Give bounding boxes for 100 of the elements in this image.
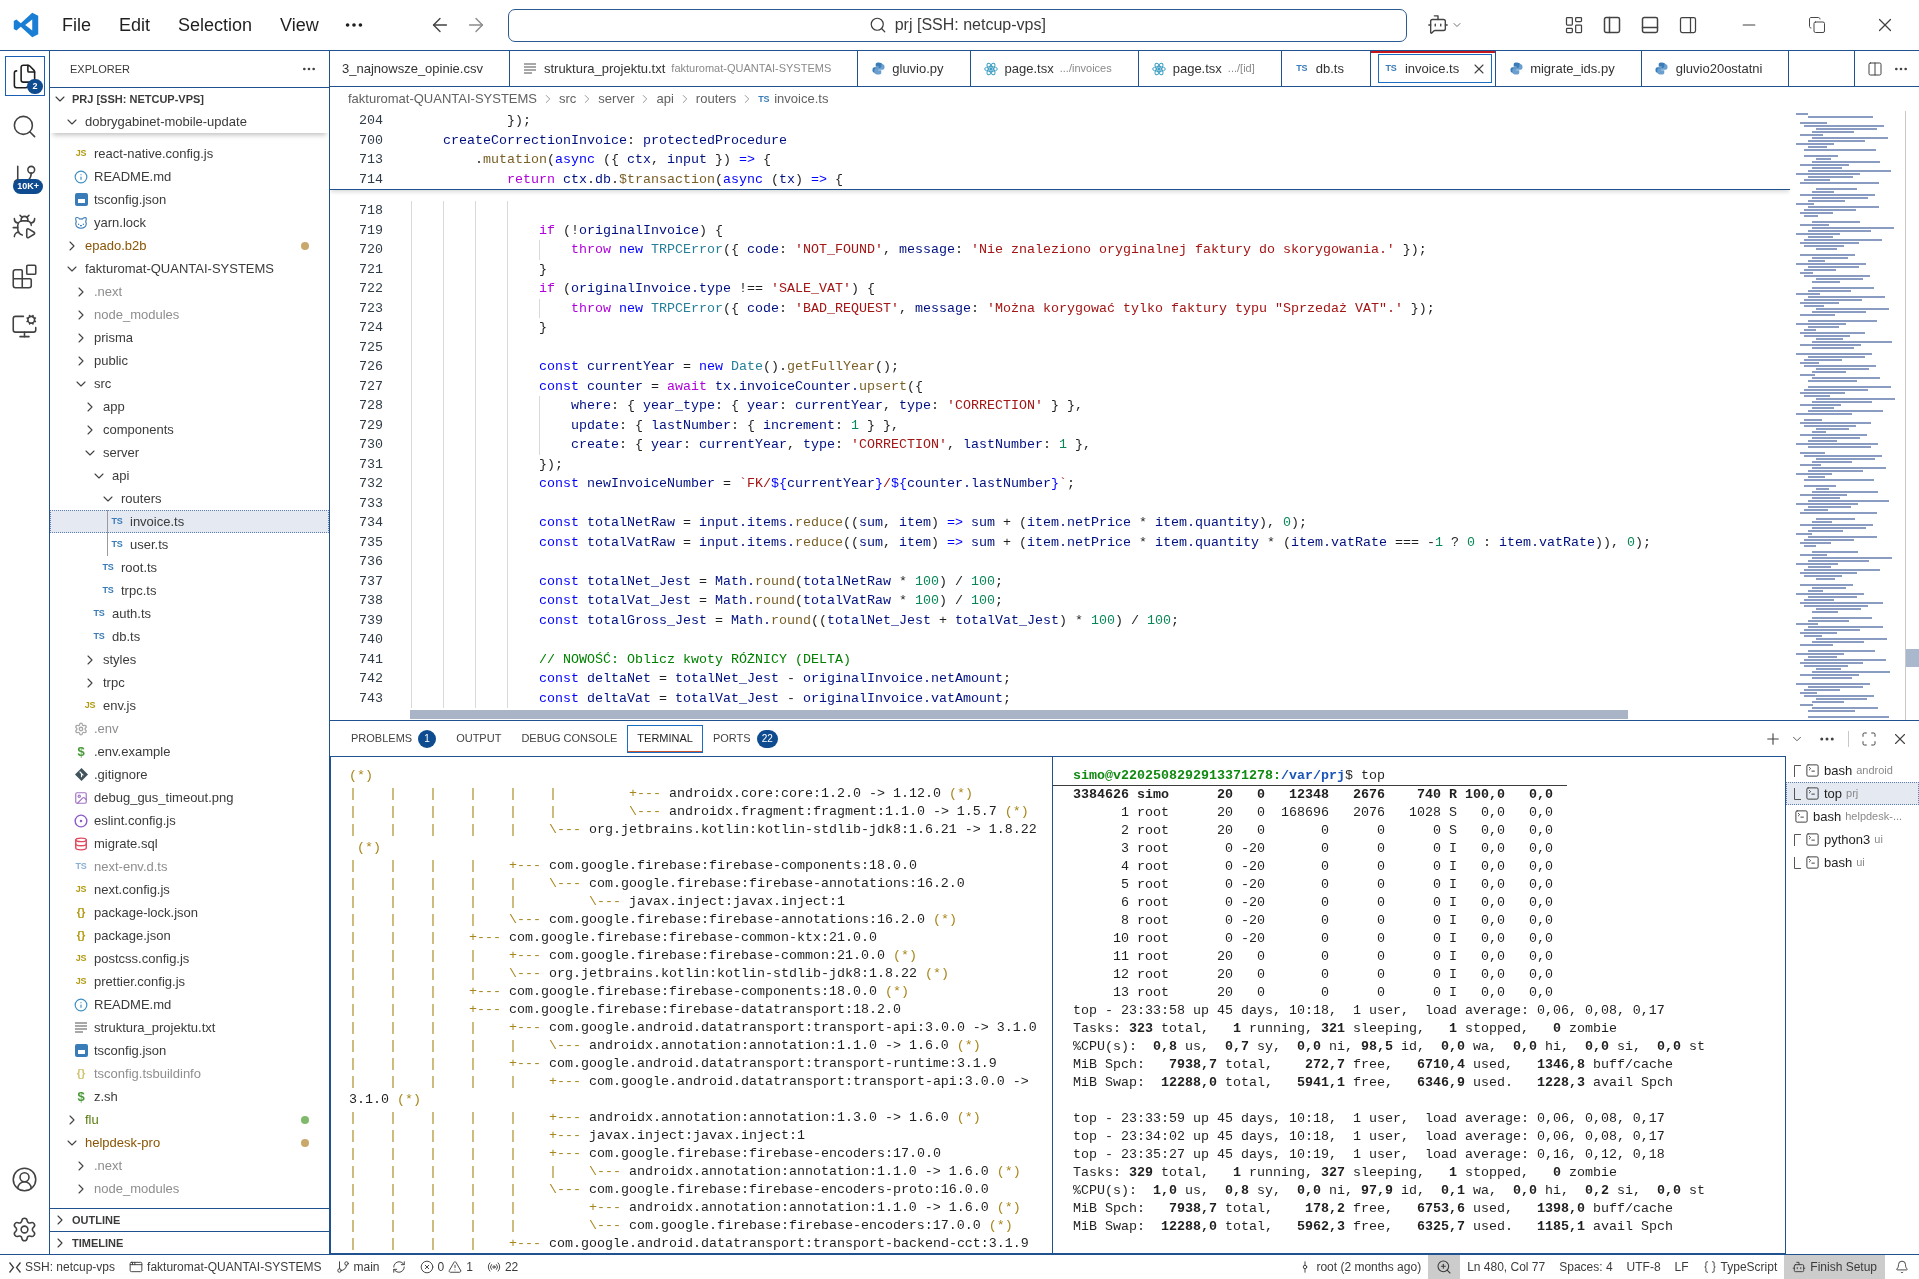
tree-item[interactable]: yarn.lock [50, 211, 329, 234]
tree-item[interactable]: epado.b2b [50, 234, 329, 257]
panel-tab[interactable]: TERMINAL [627, 724, 703, 753]
tree-item[interactable]: debug_gus_timeout.png [50, 786, 329, 809]
tree-item[interactable]: public [50, 349, 329, 372]
editor-tab[interactable]: TS invoice.ts [1370, 51, 1497, 86]
workspace-header[interactable]: PRJ [SSH: NETCUP-VPS] [50, 88, 329, 110]
breadcrumb-item[interactable]: api [654, 89, 676, 109]
tree-item[interactable]: TS root.ts [50, 556, 329, 579]
tree-item[interactable]: tsconfig.json [50, 1039, 329, 1062]
terminal-list-item[interactable]: python3 ui [1786, 828, 1919, 851]
file-type-label: TS [102, 586, 114, 595]
menu-item[interactable]: View [270, 9, 329, 41]
chat-bot-icon[interactable] [1426, 14, 1449, 36]
tree-item[interactable]: app [50, 395, 329, 418]
tree-item[interactable]: dobrygabinet-mobile-update [50, 110, 329, 133]
tree-item[interactable]: JS next.config.js [50, 878, 329, 901]
tree-item[interactable]: TS trpc.ts [50, 579, 329, 602]
status-bar-item[interactable]: 22 [479, 1255, 526, 1279]
panel-tab[interactable]: DEBUG CONSOLE [511, 724, 628, 753]
breadcrumb-item[interactable]: src [557, 89, 579, 109]
sidebar-right-icon[interactable] [1678, 15, 1698, 35]
terminal-line: | | | +--- com.google.firebase:firebase-datatransport:18.2.0 [349, 1001, 901, 1019]
tree-item[interactable]: eslint.config.js [50, 809, 329, 832]
restore-icon[interactable] [1808, 16, 1826, 34]
editor-tab[interactable]: 3_najnowsze_opinie.csv [330, 51, 510, 86]
tree-item[interactable]: $ z.sh [50, 1085, 329, 1108]
panel-bottom-icon[interactable] [1640, 15, 1660, 35]
breadcrumb-item[interactable]: TS invoice.ts [756, 89, 831, 109]
tree-item[interactable]: TS auth.ts [50, 602, 329, 625]
tree-item[interactable]: flu [50, 1108, 329, 1131]
tree-item[interactable]: styles [50, 648, 329, 671]
scrollbar-thumb[interactable] [1906, 649, 1919, 667]
editor-tab[interactable]: gluvio20ostatni [1641, 51, 1790, 86]
menu-item[interactable]: Edit [109, 9, 161, 41]
tree-item[interactable]: server [50, 441, 329, 464]
tree-item[interactable]: $ .env.example [50, 740, 329, 763]
terminal-list-item[interactable]: top prj [1786, 782, 1919, 805]
layout-grid-icon[interactable] [1564, 15, 1584, 35]
breadcrumb-item[interactable]: routers [693, 89, 739, 109]
tree-item[interactable]: TS invoice.ts [50, 510, 329, 533]
maximize-icon[interactable] [1861, 730, 1877, 747]
status-bar-item[interactable]: LF [1667, 1255, 1696, 1279]
tree-item[interactable]: JS prettier.config.js [50, 970, 329, 993]
tree-item[interactable]: TS db.ts [50, 625, 329, 648]
status-bar-item[interactable]: main [328, 1255, 413, 1279]
tree-item[interactable]: struktura_projektu.txt [50, 1016, 329, 1039]
tree-item[interactable]: README.md [50, 165, 329, 188]
tree-item[interactable]: JS postcss.config.js [50, 947, 329, 970]
editor-tab[interactable]: migrate_ids.py [1496, 51, 1642, 86]
status-bar-item[interactable]: UTF-8 [1619, 1255, 1668, 1279]
tree-item[interactable]: TS user.ts [50, 533, 329, 556]
tree-item[interactable]: trpc [50, 671, 329, 694]
tree-item[interactable]: routers [50, 487, 329, 510]
status-bar-item[interactable]: 0 1 [412, 1255, 480, 1279]
status-bar-item[interactable]: Finish Setup [1784, 1255, 1885, 1279]
activity-bar-button[interactable]: 10K+ [0, 151, 49, 201]
status-bar-item[interactable]: fakturomat-QUANTAI-SYSTEMS [122, 1255, 329, 1279]
tree-item[interactable]: fakturomat-QUANTAI-SYSTEMS [50, 257, 329, 280]
editor-tab[interactable]: struktura_projektu.txt fakturomat-QUANTAI-SYSTEMS [509, 51, 859, 86]
status-bar-item[interactable]: root (2 months ago) [1291, 1255, 1429, 1279]
horizontal-scrollbar-thumb[interactable] [410, 710, 1628, 719]
panel-tab[interactable]: PROBLEMS 1 [341, 724, 447, 753]
breadcrumb-item[interactable]: fakturomat-QUANTAI-SYSTEMS [346, 89, 539, 109]
tree-item[interactable]: migrate.sql [50, 832, 329, 855]
panel-tab[interactable]: OUTPUT [446, 724, 512, 753]
tree-item[interactable]: api [50, 464, 329, 487]
status-bar-item[interactable]: Spaces: 4 [1552, 1255, 1620, 1279]
tree-item[interactable]: .gitignore [50, 763, 329, 786]
tree-item[interactable]: prisma [50, 326, 329, 349]
terminal-list-item[interactable]: bash ui [1786, 851, 1919, 874]
menu-item[interactable]: Selection [168, 9, 263, 41]
tree-item[interactable]: tsconfig.json [50, 188, 329, 211]
editor-tab[interactable]: page.tsx .../invoices [970, 51, 1139, 86]
editor-tab[interactable]: TS db.ts [1281, 51, 1371, 86]
menu-item[interactable]: File [52, 9, 101, 41]
terminal-list-item[interactable]: bash android [1786, 759, 1919, 782]
sidebar-left-icon[interactable] [1602, 15, 1622, 35]
tree-item[interactable]: components [50, 418, 329, 441]
section-header[interactable]: OUTLINE [50, 1208, 329, 1231]
editor-tab[interactable]: gluvio.py [858, 51, 971, 86]
split-editor-icon[interactable] [1867, 60, 1883, 77]
status-bar-item[interactable]: Ln 480, Col 77 [1460, 1255, 1553, 1279]
panel-tab[interactable]: PORTS 22 [702, 724, 788, 753]
terminal-list-item[interactable]: bash helpdesk-... [1786, 805, 1919, 828]
tree-item[interactable]: JS env.js [50, 694, 329, 717]
status-bar-item[interactable]: TypeScript [1695, 1255, 1785, 1279]
status-bar-item[interactable]: SSH: netcup-vps [2, 1255, 123, 1279]
tree-item[interactable]: {} package.json [50, 924, 329, 947]
breadcrumb-item[interactable]: server [596, 89, 637, 109]
zoom-button[interactable] [1428, 1255, 1461, 1279]
editor-tab[interactable]: page.tsx .../[id] [1138, 51, 1282, 86]
tree-item[interactable]: JS react-native.config.js [50, 142, 329, 165]
tree-item[interactable]: {} package-lock.json [50, 901, 329, 924]
tree-item[interactable]: README.md [50, 993, 329, 1016]
command-center-search[interactable]: prj [SSH: netcup-vps] [507, 8, 1407, 42]
tree-item[interactable]: src [50, 372, 329, 395]
terminal-line: | | | | | | +--- androidx.core:core:1.2.0 -> 1.12.0 (*) [349, 785, 973, 803]
tree-item[interactable]: helpdesk-pro [50, 1131, 329, 1154]
terminal-line: | | | | +--- com.google.android.datatransport:transport-runtime:3.1.9 [349, 1055, 997, 1073]
